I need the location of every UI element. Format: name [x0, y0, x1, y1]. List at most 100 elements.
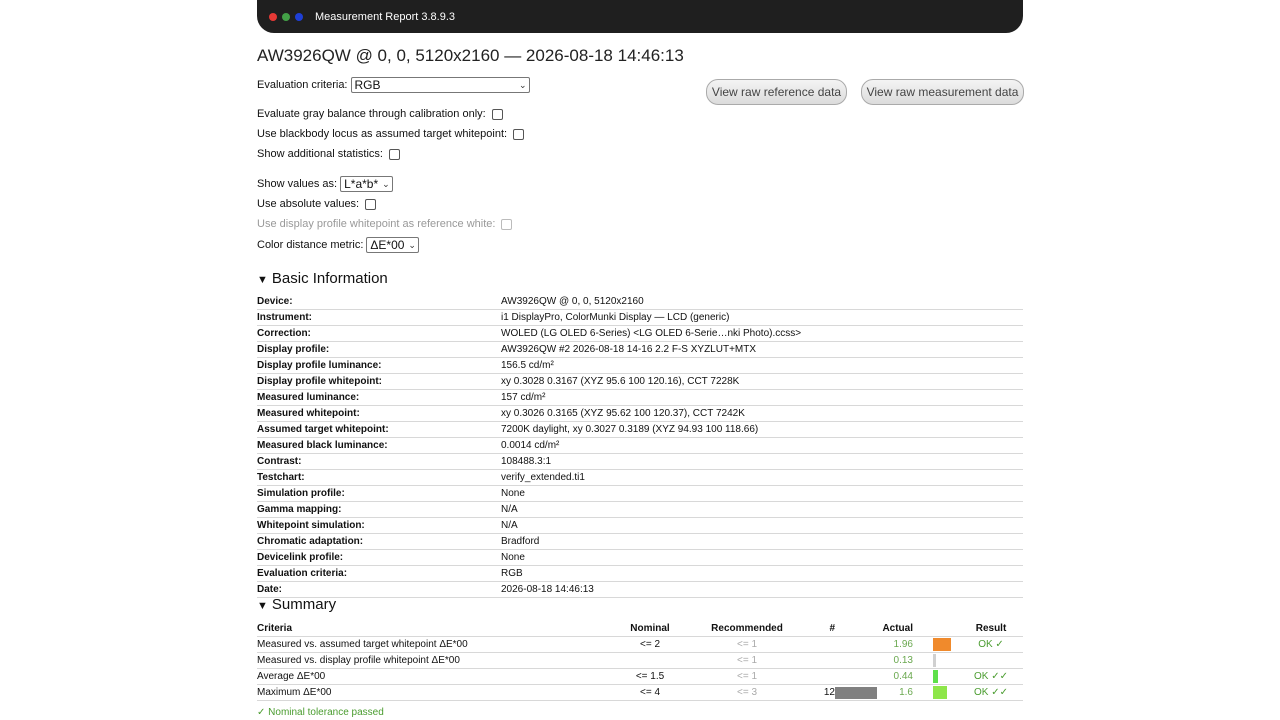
table-row: Whitepoint simulation: N/A — [257, 518, 1023, 534]
chevron-down-icon: ⌄ — [518, 79, 527, 90]
delta-swatch — [933, 670, 938, 683]
info-key: Instrument: — [257, 312, 312, 323]
evaluation-criteria-option: Evaluation criteria: RGB ⌄ — [257, 77, 530, 93]
chevron-down-icon: ⌄ — [408, 239, 416, 250]
chevron-down-icon: ⌄ — [382, 178, 390, 189]
evaluation-criteria-label: Evaluation criteria: — [257, 79, 348, 91]
criteria-cell: Measured vs. assumed target whitepoint Δ… — [257, 639, 468, 650]
table-row: Contrast: 108488.3:1 — [257, 454, 1023, 470]
info-value: 2026-08-18 14:46:13 — [501, 584, 594, 595]
info-key: Evaluation criteria: — [257, 568, 348, 579]
info-value: AW3926QW @ 0, 0, 5120x2160 — [501, 296, 644, 307]
basic-info-table: Device: AW3926QW @ 0, 0, 5120x2160 Instrum… — [257, 294, 1023, 598]
criteria-cell: Maximum ΔE*00 — [257, 687, 332, 698]
absolute-values-checkbox[interactable] — [365, 198, 377, 210]
close-window-dot[interactable] — [269, 12, 277, 21]
col-recommended: Recommended — [711, 623, 783, 634]
info-key: Whitepoint simulation: — [257, 520, 365, 531]
additional-stats-option: Show additional statistics: — [257, 148, 400, 160]
gray-balance-label: Evaluate gray balance through calibratio… — [257, 108, 486, 120]
info-key: Measured luminance: — [257, 392, 360, 403]
info-value: 156.5 cd/m² — [501, 360, 554, 371]
nominal-cell: <= 1.5 — [635, 671, 665, 682]
show-values-value: L*a*b* — [344, 177, 379, 191]
info-value: 157 cd/m² — [501, 392, 546, 403]
blackbody-label: Use blackbody locus as assumed target wh… — [257, 128, 508, 140]
info-key: Display profile whitepoint: — [257, 376, 383, 387]
result-cell: OK ✓✓ — [974, 687, 1008, 698]
evaluation-criteria-select[interactable]: RGB ⌄ — [350, 77, 530, 93]
table-row: Correction: WOLED (LG OLED 6-Series) <LG … — [257, 326, 1023, 342]
nominal-cell: <= 2 — [639, 639, 661, 650]
info-key: Date: — [257, 584, 283, 595]
table-row: Measured luminance: 157 cd/m² — [257, 390, 1023, 406]
distance-metric-label: Color distance metric: — [257, 239, 364, 251]
distance-metric-value: ΔE*00 — [370, 238, 405, 252]
blackbody-option: Use blackbody locus as assumed target wh… — [257, 128, 525, 140]
actual-cell: 1.96 — [893, 639, 913, 650]
table-row: Gamma mapping: N/A — [257, 502, 1023, 518]
actual-cell: 0.44 — [893, 671, 913, 682]
info-value: 7200K daylight, xy 0.3027 0.3189 (XYZ 94… — [501, 424, 759, 435]
info-value: xy 0.3028 0.3167 (XYZ 95.6 100 120.16), … — [501, 376, 740, 387]
info-key: Device: — [257, 296, 293, 307]
summary-row: Measured vs. assumed target whitepoint Δ… — [257, 637, 1023, 653]
window-controls — [269, 12, 303, 21]
table-row: Testchart: verify_extended.ti1 — [257, 470, 1023, 486]
summary-table: Criteria Nominal Recommended # Actual Re… — [257, 621, 1023, 701]
basic-info-heading: Basic Information — [271, 270, 388, 287]
recommended-cell: <= 1 — [736, 639, 758, 650]
summary-row: Maximum ΔE*00 <= 4 <= 3 12 1.6 OK ✓✓ — [257, 685, 1023, 701]
minimize-window-dot[interactable] — [295, 12, 303, 21]
info-value: AW3926QW #2 2026-08-18 14-16 2.2 F-S XYZ… — [501, 344, 757, 355]
count-bar — [835, 687, 877, 699]
table-row: Simulation profile: None — [257, 486, 1023, 502]
triangle-down-icon: ▼ — [257, 600, 268, 612]
distance-metric-select[interactable]: ΔE*00 ⌄ — [366, 237, 419, 253]
table-row: Date: 2026-08-18 14:46:13 — [257, 582, 1023, 598]
blackbody-checkbox[interactable] — [513, 128, 525, 140]
show-values-label: Show values as: — [257, 178, 338, 190]
recommended-cell: <= 1 — [736, 655, 758, 666]
criteria-cell: Measured vs. display profile whitepoint … — [257, 655, 460, 666]
profile-whitepoint-option: Use display profile whitepoint as refere… — [257, 218, 513, 230]
triangle-down-icon: ▼ — [257, 274, 268, 286]
table-row: Devicelink profile: None — [257, 550, 1023, 566]
additional-stats-label: Show additional statistics: — [257, 148, 383, 160]
basic-info-toggle[interactable]: ▼ Basic Information — [257, 270, 388, 287]
show-values-select[interactable]: L*a*b* ⌄ — [340, 176, 393, 192]
window-title: Measurement Report 3.8.9.3 — [315, 10, 456, 23]
info-key: Display profile: — [257, 344, 330, 355]
recommended-cell: <= 1 — [736, 671, 758, 682]
info-key: Correction: — [257, 328, 311, 339]
table-row: Device: AW3926QW @ 0, 0, 5120x2160 — [257, 294, 1023, 310]
profile-whitepoint-label: Use display profile whitepoint as refere… — [257, 218, 496, 230]
gray-balance-checkbox[interactable] — [491, 108, 503, 120]
window-titlebar: Measurement Report 3.8.9.3 — [257, 0, 1023, 33]
summary-toggle[interactable]: ▼ Summary — [257, 596, 336, 613]
maximize-window-dot[interactable] — [282, 12, 290, 21]
info-value: verify_extended.ti1 — [501, 472, 585, 483]
info-key: Devicelink profile: — [257, 552, 344, 563]
view-raw-measurement-button[interactable]: View raw measurement data — [861, 79, 1024, 105]
actual-cell: 0.13 — [893, 655, 913, 666]
info-value: 108488.3:1 — [501, 456, 552, 467]
info-key: Measured whitepoint: — [257, 408, 360, 419]
col-count: # — [829, 623, 835, 634]
info-value: None — [501, 552, 525, 563]
count-cell: 12 — [823, 687, 835, 698]
delta-swatch — [933, 686, 947, 699]
view-raw-reference-button[interactable]: View raw reference data — [706, 79, 847, 105]
info-value: WOLED (LG OLED 6-Series) <LG OLED 6-Seri… — [501, 328, 802, 339]
table-row: Assumed target whitepoint: 7200K daylight… — [257, 422, 1023, 438]
col-criteria: Criteria — [257, 623, 293, 634]
evaluation-criteria-value: RGB — [354, 78, 381, 92]
table-row: Measured black luminance: 0.0014 cd/m² — [257, 438, 1023, 454]
info-value: N/A — [501, 520, 518, 531]
info-key: Measured black luminance: — [257, 440, 388, 451]
absolute-values-option: Use absolute values: — [257, 198, 377, 210]
result-cell: OK ✓✓ — [974, 671, 1008, 682]
delta-swatch — [933, 638, 951, 651]
additional-stats-checkbox[interactable] — [388, 148, 400, 160]
info-key: Chromatic adaptation: — [257, 536, 364, 547]
